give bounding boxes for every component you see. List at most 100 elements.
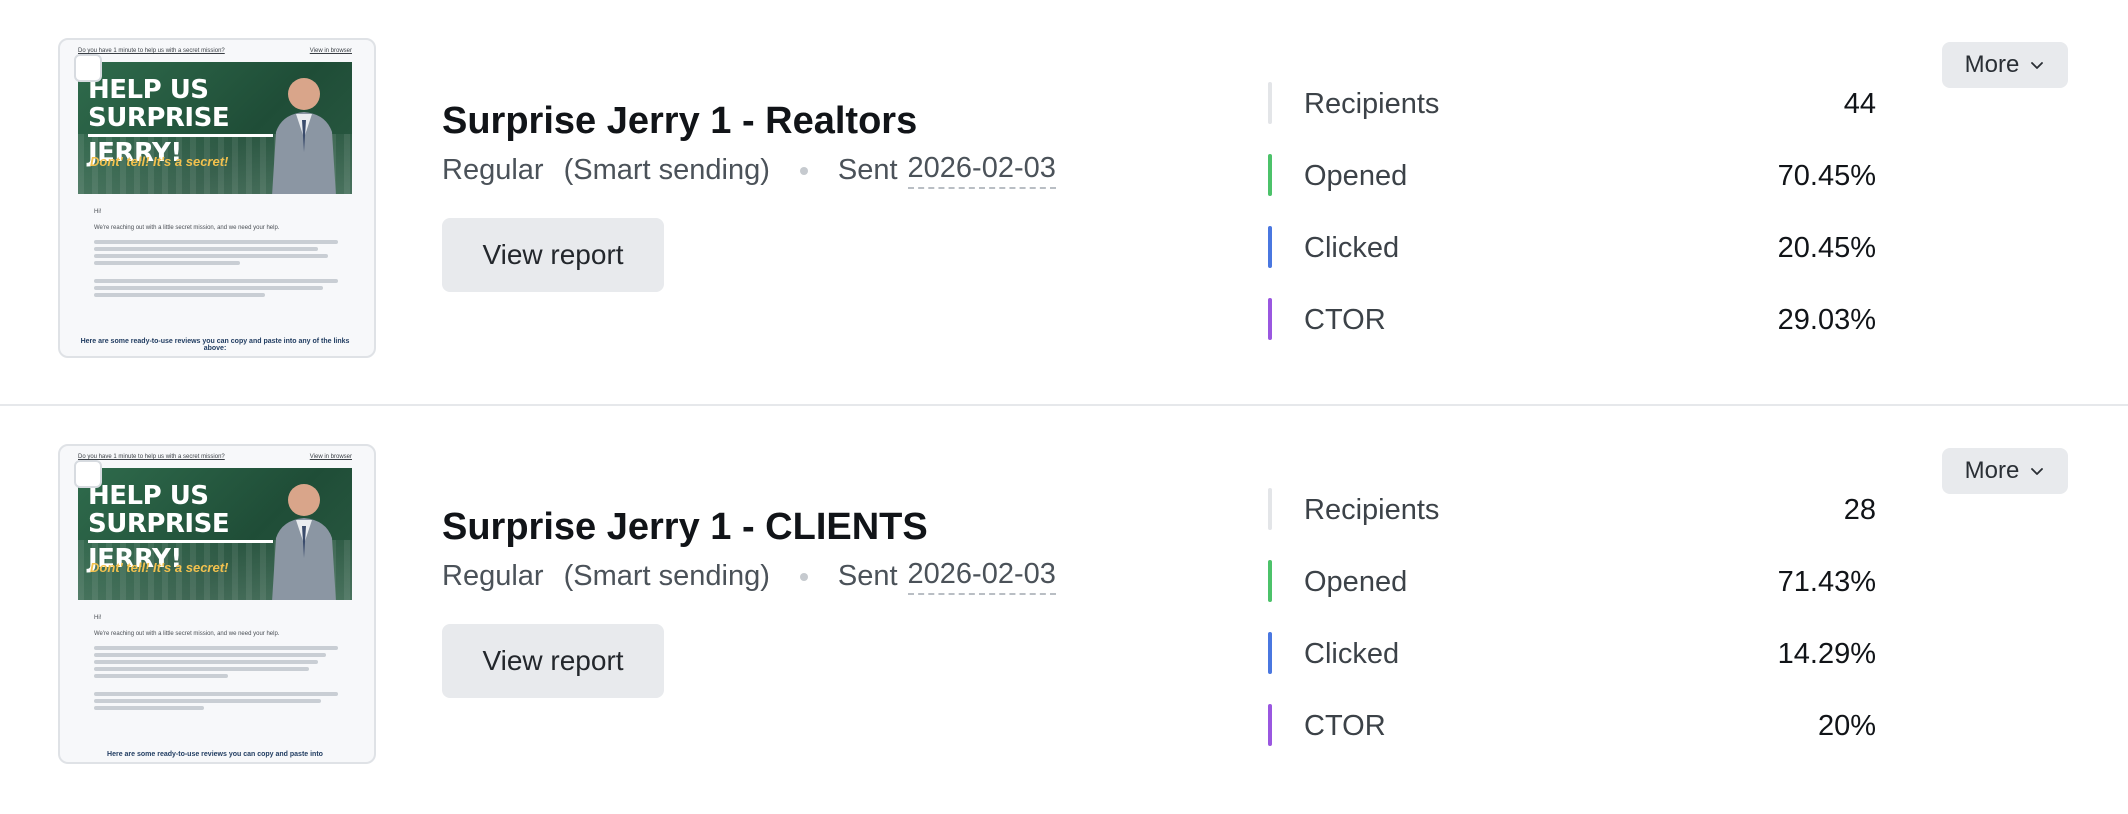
more-label: More bbox=[1964, 51, 2020, 78]
chevron-down-icon bbox=[2031, 62, 2044, 69]
campaign-stats: Recipients 44 Opened 70.45% Clicked 20.4… bbox=[1268, 68, 1876, 356]
hero-tagline: Dont' tell! It's a secret! bbox=[90, 154, 229, 169]
thumbnail-preheader: Do you have 1 minute to help us with a s… bbox=[78, 48, 225, 54]
thumbnail-cta: Here are some ready-to-use reviews you c… bbox=[80, 338, 350, 352]
separator-dot bbox=[799, 572, 808, 581]
text-line-placeholder bbox=[94, 699, 321, 703]
stat-label: CTOR bbox=[1304, 303, 1386, 336]
stat-color-bar bbox=[1268, 632, 1272, 674]
text-line-placeholder bbox=[94, 706, 204, 710]
separator-dot bbox=[799, 166, 808, 175]
text-line-placeholder bbox=[94, 247, 319, 251]
more-label: More bbox=[1964, 457, 2020, 484]
thumbnail-body: Hi! We're reaching out with a little sec… bbox=[94, 208, 338, 300]
thumbnail-header: Do you have 1 minute to help us with a s… bbox=[78, 48, 352, 54]
stat-color-bar bbox=[1268, 226, 1272, 268]
person-photo bbox=[272, 484, 336, 600]
sent-label: Sent bbox=[837, 560, 898, 592]
text-line-placeholder bbox=[94, 254, 329, 258]
sending-mode: (Smart sending) bbox=[563, 560, 770, 592]
thumbnail-greeting: Hi! bbox=[94, 615, 102, 621]
thumbnail-hero: HELP US SURPRISE JERRY! Dont' tell! It's… bbox=[78, 468, 352, 600]
campaign-meta: Regular (Smart sending) Sent 2026-02-03 bbox=[442, 152, 1056, 189]
campaign-title[interactable]: Surprise Jerry 1 - CLIENTS bbox=[442, 506, 928, 549]
sent-date[interactable]: 2026-02-03 bbox=[907, 152, 1056, 189]
stat-label: Opened bbox=[1304, 159, 1408, 192]
view-report-button[interactable]: View report bbox=[442, 624, 664, 698]
stat-label: Clicked bbox=[1304, 637, 1400, 670]
thumbnail-hero: HELP US SURPRISE JERRY! Dont' tell! It's… bbox=[78, 62, 352, 194]
sent-label: Sent bbox=[837, 154, 898, 186]
thumbnail-view-in-browser: View in browser bbox=[309, 48, 352, 54]
stat-color-bar bbox=[1268, 704, 1272, 746]
stat-opened: Opened 70.45% bbox=[1268, 140, 1876, 212]
hero-tagline: Dont' tell! It's a secret! bbox=[90, 560, 229, 575]
stat-label: Recipients bbox=[1304, 493, 1440, 526]
stat-clicked: Clicked 20.45% bbox=[1268, 212, 1876, 284]
stat-ctor: CTOR 20% bbox=[1268, 690, 1876, 762]
stat-label: Clicked bbox=[1304, 231, 1400, 264]
thumbnail-preheader: Do you have 1 minute to help us with a s… bbox=[78, 454, 225, 460]
stat-opened: Opened 71.43% bbox=[1268, 546, 1876, 618]
stat-value: 28 bbox=[1843, 493, 1876, 526]
stat-value: 44 bbox=[1843, 87, 1876, 120]
sending-mode: (Smart sending) bbox=[563, 154, 770, 186]
text-line-placeholder bbox=[94, 674, 229, 678]
stat-label: Recipients bbox=[1304, 87, 1440, 120]
person-photo bbox=[272, 78, 336, 194]
email-thumbnail[interactable]: Do you have 1 minute to help us with a s… bbox=[58, 38, 376, 358]
thumbnail-greeting: Hi! bbox=[94, 209, 102, 215]
stat-color-bar bbox=[1268, 488, 1272, 530]
campaign-list: Do you have 1 minute to help us with a s… bbox=[0, 0, 2128, 814]
thumbnail-header: Do you have 1 minute to help us with a s… bbox=[78, 454, 352, 460]
select-checkbox[interactable] bbox=[74, 54, 102, 82]
stat-color-bar bbox=[1268, 154, 1272, 196]
stat-recipients: Recipients 28 bbox=[1268, 474, 1876, 546]
sent-date[interactable]: 2026-02-03 bbox=[907, 558, 1056, 595]
thumbnail-cta: Here are some ready-to-use reviews you c… bbox=[107, 751, 323, 758]
hero-title-line-1: HELP US SURPRISE bbox=[88, 481, 230, 539]
more-dropdown-button[interactable]: More bbox=[1942, 448, 2068, 494]
campaign-row: Do you have 1 minute to help us with a s… bbox=[0, 0, 2128, 406]
stat-value: 29.03% bbox=[1777, 303, 1876, 336]
stat-label: Opened bbox=[1304, 565, 1408, 598]
stat-value: 20% bbox=[1817, 709, 1876, 742]
stat-value: 70.45% bbox=[1777, 159, 1876, 192]
text-line-placeholder bbox=[94, 667, 309, 671]
text-line-placeholder bbox=[94, 286, 324, 290]
text-line-placeholder bbox=[94, 240, 338, 244]
email-thumbnail[interactable]: Do you have 1 minute to help us with a s… bbox=[58, 444, 376, 764]
stat-color-bar bbox=[1268, 82, 1272, 124]
text-line-placeholder bbox=[94, 293, 265, 297]
view-report-button[interactable]: View report bbox=[442, 218, 664, 292]
hero-underline bbox=[88, 540, 273, 543]
text-line-placeholder bbox=[94, 279, 338, 283]
stat-value: 14.29% bbox=[1777, 637, 1876, 670]
thumbnail-view-in-browser: View in browser bbox=[309, 454, 352, 460]
chevron-down-icon bbox=[2031, 468, 2044, 475]
text-line-placeholder bbox=[94, 692, 338, 696]
campaign-type: Regular bbox=[442, 560, 544, 592]
stat-label: CTOR bbox=[1304, 709, 1386, 742]
stat-clicked: Clicked 14.29% bbox=[1268, 618, 1876, 690]
campaign-type: Regular bbox=[442, 154, 544, 186]
text-line-placeholder bbox=[94, 646, 338, 650]
campaign-row: Do you have 1 minute to help us with a s… bbox=[0, 406, 2128, 812]
campaign-meta: Regular (Smart sending) Sent 2026-02-03 bbox=[442, 558, 1056, 595]
text-line-placeholder bbox=[94, 660, 319, 664]
thumbnail-body: Hi! We're reaching out with a little sec… bbox=[94, 614, 338, 713]
campaign-stats: Recipients 28 Opened 71.43% Clicked 14.2… bbox=[1268, 474, 1876, 762]
stat-value: 71.43% bbox=[1777, 565, 1876, 598]
stat-recipients: Recipients 44 bbox=[1268, 68, 1876, 140]
stat-value: 20.45% bbox=[1777, 231, 1876, 264]
stat-color-bar bbox=[1268, 298, 1272, 340]
thumbnail-paragraph: We're reaching out with a little secret … bbox=[94, 225, 280, 231]
select-checkbox[interactable] bbox=[74, 460, 102, 488]
campaign-title[interactable]: Surprise Jerry 1 - Realtors bbox=[442, 100, 917, 143]
stat-color-bar bbox=[1268, 560, 1272, 602]
thumbnail-paragraph: We're reaching out with a little secret … bbox=[94, 631, 280, 637]
hero-title-line-1: HELP US SURPRISE bbox=[88, 75, 230, 133]
more-dropdown-button[interactable]: More bbox=[1942, 42, 2068, 88]
text-line-placeholder bbox=[94, 653, 326, 657]
stat-ctor: CTOR 29.03% bbox=[1268, 284, 1876, 356]
